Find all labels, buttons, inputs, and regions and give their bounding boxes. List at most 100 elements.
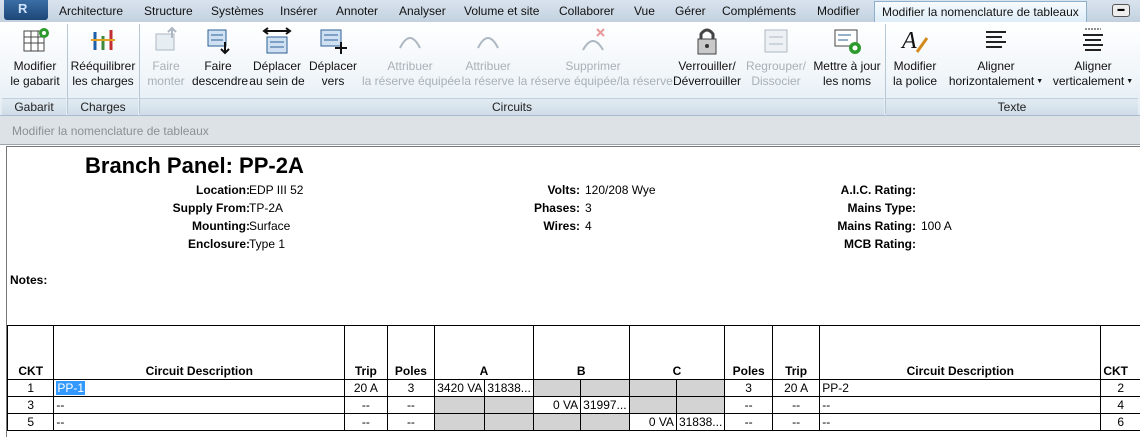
align-vertical-icon <box>1077 26 1109 56</box>
tab-collaborer[interactable]: Collaborer <box>553 3 620 21</box>
trip-cell[interactable]: -- <box>345 414 388 431</box>
group-ungroup-button[interactable]: Regrouper/ Dissocier <box>745 24 807 94</box>
ckt-cell[interactable]: 5 <box>8 414 54 431</box>
ckt-cell[interactable]: 2 <box>1101 380 1140 397</box>
chevron-down-icon: ▼ <box>1126 78 1133 85</box>
load-cell[interactable] <box>581 414 629 431</box>
poles-cell[interactable]: -- <box>387 397 435 414</box>
description-cell[interactable]: PP-2 <box>820 380 1101 397</box>
load-cell[interactable] <box>629 380 676 397</box>
tab-vue[interactable]: Vue <box>628 3 661 21</box>
description-cell[interactable]: -- <box>820 397 1101 414</box>
move-across-button[interactable]: Déplacer au sein de <box>248 24 306 94</box>
load-cell[interactable]: 31997... <box>581 397 629 414</box>
ckt-cell[interactable]: 1 <box>8 380 54 397</box>
assign-space-button[interactable]: Attribuer la réserve <box>461 24 515 94</box>
font-icon: A <box>899 26 931 56</box>
tab-gerer[interactable]: Gérer <box>669 3 712 21</box>
tab-volume-et-site[interactable]: Volume et site <box>458 3 545 21</box>
context-bar-label: Modifier la nomenclature de tableaux <box>12 124 209 138</box>
load-cell[interactable] <box>676 397 724 414</box>
lock-unlock-button[interactable]: Verrouiller/ Déverrouiller <box>671 24 743 94</box>
load-cell[interactable] <box>435 397 485 414</box>
mcb-rating-label: MCB Rating: <box>844 237 916 251</box>
spare-icon <box>394 26 426 56</box>
phases-value[interactable]: 3 <box>585 201 592 215</box>
volts-label: Volts: <box>548 183 580 197</box>
mains-rating-value[interactable]: 100 A <box>921 219 952 233</box>
trip-cell[interactable]: -- <box>345 397 388 414</box>
tab-modifier-nomenclature[interactable]: Modifier la nomenclature de tableaux <box>874 1 1087 23</box>
load-cell[interactable] <box>533 380 580 397</box>
group-label-charges: Charges <box>68 98 138 115</box>
mounting-value[interactable]: Surface <box>249 219 290 233</box>
description-cell[interactable]: -- <box>54 414 345 431</box>
enclosure-value[interactable]: Type 1 <box>249 237 285 251</box>
load-cell[interactable]: 0 VA <box>629 414 676 431</box>
trip-cell[interactable]: -- <box>772 414 819 431</box>
application-menu-button[interactable]: R <box>4 0 48 20</box>
tab-complements[interactable]: Compléments <box>716 3 802 21</box>
header-phase-a: A <box>435 326 534 380</box>
trip-cell[interactable]: 20 A <box>772 380 819 397</box>
volts-value[interactable]: 120/208 Wye <box>585 183 656 197</box>
ckt-cell[interactable]: 3 <box>8 397 54 414</box>
load-cell[interactable] <box>435 414 485 431</box>
tab-inserer[interactable]: Insérer <box>274 3 323 21</box>
header-ckt-left: CKT <box>8 326 54 380</box>
load-cell[interactable]: 0 VA <box>533 397 580 414</box>
assign-spare-button[interactable]: Attribuer la réserve équipée <box>362 24 458 94</box>
trip-cell[interactable]: 20 A <box>345 380 388 397</box>
table-row[interactable]: 3 -- -- -- 0 VA 31997... -- -- -- 4 <box>8 397 1140 414</box>
header-trip-left: Trip <box>345 326 388 380</box>
supply-from-value[interactable]: TP-2A <box>249 201 283 215</box>
ckt-cell[interactable]: 4 <box>1101 397 1140 414</box>
table-row[interactable]: 5 -- -- -- 0 VA 31838... -- -- -- 6 <box>8 414 1140 431</box>
location-value[interactable]: EDP III 52 <box>249 183 303 197</box>
modify-font-button[interactable]: A Modifier la police <box>888 24 942 94</box>
panel-schedule-view: Branch Panel: PP-2A Location: EDP III 52… <box>6 146 1140 437</box>
load-cell[interactable] <box>485 397 533 414</box>
description-cell[interactable]: -- <box>820 414 1101 431</box>
circuit-table: CKT Circuit Description Trip Poles A B C… <box>7 325 1140 431</box>
wires-value[interactable]: 4 <box>585 219 592 233</box>
load-cell[interactable]: 3420 VA <box>435 380 485 397</box>
table-row[interactable]: 1 PP-1 20 A 3 3420 VA 31838... 3 20 A PP… <box>8 380 1140 397</box>
poles-cell[interactable]: -- <box>387 414 435 431</box>
poles-cell[interactable]: 3 <box>725 380 773 397</box>
tab-modifier[interactable]: Modifier <box>811 3 866 21</box>
modify-template-button[interactable]: Modifier le gabarit <box>6 24 64 94</box>
load-cell[interactable]: 31838... <box>676 414 724 431</box>
align-horizontal-button[interactable]: Aligner horizontalement▼ <box>946 24 1046 94</box>
move-to-button[interactable]: Déplacer vers <box>307 24 359 94</box>
poles-cell[interactable]: -- <box>725 397 773 414</box>
tab-analyser[interactable]: Analyser <box>393 3 452 21</box>
tab-structure[interactable]: Structure <box>138 3 199 21</box>
load-cell[interactable] <box>676 380 724 397</box>
description-cell[interactable]: -- <box>54 397 345 414</box>
poles-cell[interactable]: 3 <box>387 380 435 397</box>
rebalance-loads-button[interactable]: Rééquilibrer les charges <box>69 24 137 94</box>
selected-text[interactable]: PP-1 <box>56 381 85 395</box>
header-trip-right: Trip <box>772 326 819 380</box>
load-cell[interactable] <box>485 414 533 431</box>
update-names-button[interactable]: Mettre à jour les noms <box>810 24 884 94</box>
mains-type-label: Mains Type: <box>848 201 916 215</box>
load-cell[interactable] <box>629 397 676 414</box>
poles-cell[interactable]: -- <box>725 414 773 431</box>
remove-spare-button[interactable]: Supprimer la réserve équipée/la réserve <box>518 24 668 94</box>
align-vertical-button[interactable]: Aligner verticalement▼ <box>1052 24 1134 94</box>
load-cell[interactable]: 31838... <box>485 380 533 397</box>
trip-cell[interactable]: -- <box>772 397 819 414</box>
move-down-button[interactable]: Faire descendre <box>192 24 244 94</box>
ribbon-minimize-button[interactable]: ▬ <box>1112 4 1130 17</box>
ckt-cell[interactable]: 6 <box>1101 414 1140 431</box>
load-cell[interactable] <box>581 380 629 397</box>
load-cell[interactable] <box>533 414 580 431</box>
tab-systemes[interactable]: Systèmes <box>205 3 270 21</box>
description-cell[interactable]: PP-1 <box>54 380 345 397</box>
template-icon <box>19 26 51 56</box>
move-up-button[interactable]: Faire monter <box>143 24 189 94</box>
tab-architecture[interactable]: Architecture <box>53 3 129 21</box>
tab-annoter[interactable]: Annoter <box>330 3 384 21</box>
